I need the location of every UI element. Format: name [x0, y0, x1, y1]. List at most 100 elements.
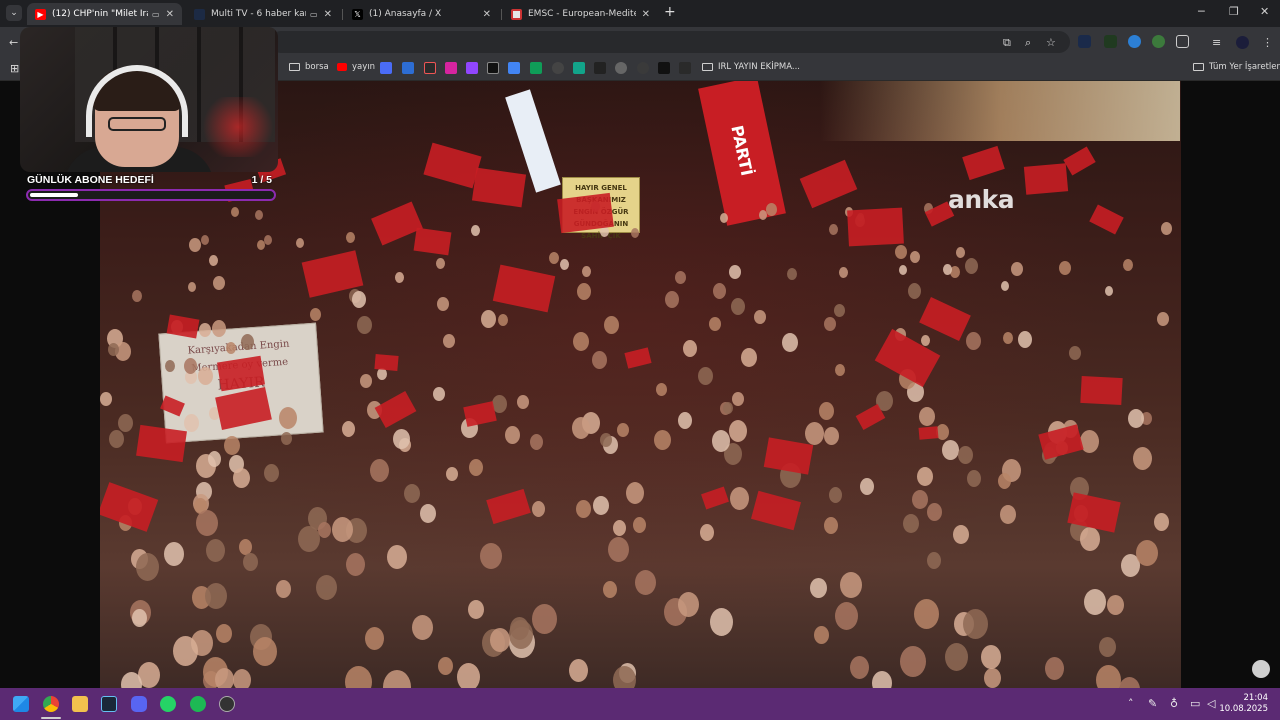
bookmark-icon-6[interactable] [594, 62, 606, 74]
system-clock[interactable]: 21:04 10.08.2025 [1219, 693, 1268, 715]
bookmark-icon-4[interactable] [552, 62, 564, 74]
close-tab-icon[interactable]: ✕ [324, 9, 332, 20]
crowd-person [732, 392, 744, 406]
crowd-person [233, 468, 250, 488]
crowd-person [164, 542, 184, 566]
volume-icon[interactable]: ◁ [1207, 697, 1215, 710]
video-player[interactable]: PARTİ HAYIR GENEL BAŞKANIMIZ ENGİN ÖZGÜR… [100, 81, 1181, 688]
back-arrow-icon[interactable]: ← [9, 36, 18, 49]
bookmark-star-icon[interactable]: ☆ [1046, 36, 1056, 49]
tab-emsc[interactable]: EMSC - European-Mediterranea ✕ [503, 3, 658, 25]
network-icon[interactable]: ▭ [1190, 697, 1200, 710]
new-tab-button[interactable]: + [664, 4, 676, 20]
docs-icon[interactable] [508, 62, 520, 74]
windows-start-icon[interactable] [13, 696, 29, 712]
close-tab-icon[interactable]: ✕ [642, 9, 650, 20]
close-window-button[interactable]: ✕ [1260, 5, 1269, 18]
profile-avatar[interactable] [1236, 36, 1249, 49]
crowd-person [188, 282, 196, 292]
tray-chevron-icon[interactable]: ˄ [1128, 697, 1134, 710]
tab-audio-icon: ▭ [310, 9, 318, 19]
crowd-person [835, 364, 845, 376]
crowd-person [900, 646, 926, 677]
crowd-person [332, 517, 353, 542]
address-bar[interactable] [270, 31, 1070, 53]
bookmark-icon-3[interactable] [424, 62, 436, 74]
bookmark-icon-8[interactable] [637, 62, 649, 74]
crowd-person [365, 627, 384, 650]
crowd-person [569, 659, 588, 682]
bookmark-icon-9[interactable] [658, 62, 670, 74]
extensions-puzzle-icon[interactable] [1176, 35, 1189, 48]
bookmark-folder-irl[interactable]: IRL YAYIN EKİPMA... [702, 62, 800, 72]
chrome-icon[interactable] [43, 696, 59, 712]
bookmark-borsa[interactable]: borsa [289, 62, 329, 72]
crowd-person [255, 210, 263, 220]
all-bookmarks-button[interactable]: Tüm Yer İşaretleri [1193, 62, 1280, 72]
spotify-icon[interactable] [190, 696, 206, 712]
bookmark-icon-10[interactable] [679, 62, 691, 74]
crowd-person [675, 271, 686, 284]
steam-icon[interactable] [101, 696, 117, 712]
crowd-person [967, 470, 981, 487]
crowd-person [469, 459, 483, 476]
bookmark-icon-5[interactable] [573, 62, 585, 74]
close-tab-icon[interactable]: ✕ [166, 9, 174, 20]
bookmark-icon-2[interactable] [402, 62, 414, 74]
close-tab-icon[interactable]: ✕ [483, 9, 491, 20]
zoom-icon[interactable]: ⌕ [1025, 36, 1031, 50]
crowd-person [387, 545, 407, 569]
crowd-person [698, 367, 713, 385]
extension-green-icon[interactable] [1152, 35, 1165, 48]
pen-icon[interactable]: ✎ [1148, 697, 1157, 710]
turkish-flag [413, 227, 452, 256]
anka-watermark: anka [948, 185, 1015, 214]
apps-grid-icon[interactable]: ⊞ [10, 62, 19, 75]
extension-shield-icon[interactable] [1128, 35, 1141, 48]
crowd-person [617, 423, 629, 437]
extension-game-icon[interactable] [1104, 35, 1117, 48]
turkish-flag [1063, 146, 1096, 176]
tab-title: (12) CHP'nin "Milet İradesini [52, 9, 148, 19]
crowd-person [824, 317, 836, 331]
turkish-flag [874, 328, 941, 388]
instagram-icon[interactable] [445, 62, 457, 74]
folder-icon [289, 63, 300, 71]
crowd-person [198, 367, 213, 385]
extension-180-icon[interactable] [1078, 35, 1091, 48]
tab-multitv[interactable]: Multi TV - 6 haber kanalını ▭ ✕ [186, 3, 340, 25]
media-control-icon[interactable]: ≡ [1212, 36, 1221, 49]
bookmark-icon-7[interactable] [615, 62, 627, 74]
file-explorer-icon[interactable] [72, 696, 88, 712]
obs-icon[interactable] [219, 696, 235, 712]
turkish-flag [701, 486, 729, 510]
crowd-person [560, 259, 569, 270]
discord-icon[interactable] [131, 696, 147, 712]
cast-icon[interactable]: ⧉ [1003, 36, 1011, 50]
crowd-person [592, 351, 607, 369]
sheets-icon[interactable] [530, 62, 542, 74]
whatsapp-icon[interactable] [160, 696, 176, 712]
restore-button[interactable]: ❐ [1229, 5, 1239, 18]
microphone-icon[interactable]: ♁ [1170, 697, 1178, 710]
crowd-person [206, 539, 225, 562]
twitch-icon[interactable] [466, 62, 478, 74]
crowd-person [766, 203, 777, 216]
turkish-flag [1089, 204, 1124, 235]
crowd-person [899, 265, 907, 275]
crowd-person [741, 348, 757, 367]
crowd-person [1119, 677, 1140, 688]
crowd-person [573, 332, 589, 351]
crowd-person [593, 496, 609, 515]
tab-x[interactable]: 𝕏 (1) Anasayfa / X ✕ [344, 3, 499, 25]
bookmark-label: yayın [352, 62, 376, 72]
bookmark-icon-1[interactable] [380, 62, 392, 74]
x-icon[interactable] [487, 62, 499, 74]
tab-youtube[interactable]: ▶ (12) CHP'nin "Milet İradesini ▭ ✕ [27, 3, 182, 25]
turkish-flag [799, 159, 858, 209]
menu-kebab-icon[interactable]: ⋮ [1262, 36, 1273, 49]
webcam-overlay [20, 27, 278, 172]
tab-search-button[interactable]: ⌄ [6, 5, 22, 21]
bookmark-yayin[interactable]: yayın [337, 62, 375, 72]
minimize-button[interactable]: ─ [1198, 5, 1205, 18]
